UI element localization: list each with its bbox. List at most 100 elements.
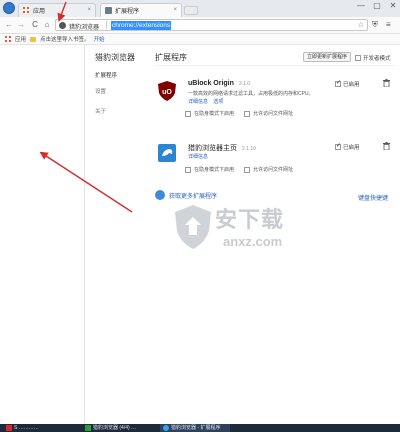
extension-options: 在隐身模式下启用 允许访问文件网址 [185, 166, 293, 173]
sidebar-item-settings[interactable]: 设置 [95, 87, 145, 95]
tab-extensions[interactable]: 扩展程序 × [100, 3, 182, 17]
file-access-option[interactable]: 允许访问文件网址 [244, 166, 293, 173]
forward-button[interactable]: → [16, 20, 26, 29]
extension-options: 在隐身模式下启用 允许访问文件网址 [185, 110, 293, 117]
more-extensions[interactable]: 获取更多扩展程序 [155, 190, 217, 200]
close-window-button[interactable]: ✕ [388, 1, 398, 10]
task-item-2[interactable]: 猎豹浏览器 (4/4) … [93, 425, 136, 431]
incognito-checkbox[interactable] [185, 110, 191, 117]
app-red-icon[interactable] [6, 425, 12, 431]
import-bookmarks-text: 点击这里导入书签。 [40, 37, 90, 43]
enabled-toggle[interactable]: 已启用 [335, 79, 360, 88]
new-tab-button[interactable] [184, 6, 198, 15]
incognito-label: 在隐身模式下启用 [194, 167, 235, 173]
file-access-checkbox[interactable] [244, 166, 251, 173]
folder-icon [30, 36, 37, 42]
tab-title: 应用 [33, 9, 46, 15]
extensions-main: 扩展程序 立即更新扩展程序 开发者模式 uO uBlock Origin 3.1.… [155, 52, 395, 199]
extension-item-ublock: uO uBlock Origin 3.1.0 一款高效的网络请求过滤工具，占用极低… [155, 78, 395, 136]
watermark: 安下载 anxz.com [175, 200, 290, 260]
details-link[interactable]: 详细信息 [188, 154, 208, 160]
extension-links: 详细信息 [188, 153, 212, 160]
enabled-label: 已启用 [343, 82, 360, 88]
minimize-button[interactable]: — [356, 1, 366, 10]
keyboard-shortcuts-link[interactable]: 键盘快捷键 [358, 193, 388, 202]
menu-icon[interactable]: ≡ [386, 20, 391, 29]
tab-strip: 应用 × 扩展程序 × — ▢ ✕ [0, 0, 400, 17]
page-title: 扩展程序 [155, 53, 187, 62]
developer-mode-toggle[interactable]: 开发者模式 [355, 54, 391, 62]
trash-icon[interactable] [383, 142, 390, 150]
file-access-checkbox[interactable] [244, 110, 251, 117]
browser-logo-icon[interactable] [3, 2, 15, 14]
extension-links: 详细信息 选项 [188, 98, 227, 105]
enabled-checkbox[interactable] [335, 79, 341, 87]
browser-task-icon[interactable] [163, 425, 169, 431]
app-green-icon[interactable] [85, 425, 91, 431]
sidebar-item-about[interactable]: 关于 [95, 107, 145, 115]
divider [106, 21, 107, 29]
watermark-cn: 安下载 [215, 207, 285, 232]
site-label: 猎豹浏览器 [69, 25, 100, 31]
enabled-checkbox[interactable] [335, 142, 341, 150]
task-item-1[interactable]: S ………… [14, 425, 39, 431]
puzzle-icon [105, 7, 112, 14]
task-item-3[interactable]: 猎豹浏览器 - 扩展程序 [171, 425, 220, 431]
globe-icon [155, 190, 165, 200]
bookmarks-bar: 应用 点击这里导入书签。 开始 [0, 34, 400, 45]
extension-name-text: 猎豹浏览器主页 [188, 145, 237, 152]
enabled-label: 已启用 [343, 145, 360, 151]
import-start-link[interactable]: 开始 [94, 35, 105, 43]
tab-title: 扩展程序 [115, 9, 140, 15]
bookmark-star-icon[interactable]: ☆ [358, 21, 364, 29]
taskbar: S ………… 猎豹浏览器 (4/4) … 猎豹浏览器 - 扩展程序 [0, 424, 400, 432]
options-link[interactable]: 选项 [213, 99, 223, 105]
tab-close-icon[interactable]: × [173, 7, 177, 13]
address-bar[interactable]: 猎豹浏览器 chrome://extensions ☆ [55, 19, 368, 31]
update-extensions-button[interactable]: 立即更新扩展程序 [303, 52, 352, 62]
trash-icon[interactable] [383, 79, 390, 87]
apps-grid-icon[interactable] [5, 36, 11, 42]
maximize-button[interactable]: ▢ [372, 1, 382, 10]
extension-version: 3.1.0 [238, 81, 251, 87]
extension-name-text: uBlock Origin [188, 80, 234, 87]
incognito-checkbox[interactable] [185, 166, 191, 173]
enabled-toggle[interactable]: 已启用 [335, 142, 360, 151]
back-button[interactable]: ← [4, 20, 14, 29]
details-link[interactable]: 详细信息 [188, 99, 208, 105]
browser-window: 应用 × 扩展程序 × — ▢ ✕ ← → C ⌂ 猎豹浏览器 chrome:/… [0, 0, 400, 432]
incognito-option[interactable]: 在隐身模式下启用 [185, 166, 234, 173]
reload-button[interactable]: C [30, 20, 40, 29]
file-access-label: 允许访问文件网址 [253, 167, 294, 173]
site-info-icon[interactable] [59, 22, 66, 29]
developer-mode-checkbox[interactable] [355, 55, 361, 61]
tab-apps[interactable]: 应用 × [18, 3, 96, 17]
blank-pane [0, 45, 85, 425]
watermark-shield-icon [175, 205, 211, 249]
url-text[interactable]: chrome://extensions [111, 21, 172, 30]
file-access-option[interactable]: 允许访问文件网址 [244, 110, 293, 117]
extension-name: uBlock Origin 3.1.0 [188, 80, 250, 87]
tab-close-icon[interactable]: × [87, 7, 91, 13]
incognito-label: 在隐身模式下启用 [194, 111, 235, 117]
extension-name: 猎豹浏览器主页 2.1.10 [188, 143, 256, 153]
apps-grid-icon [23, 7, 30, 14]
cheetah-icon [158, 144, 176, 162]
bookmark-apps[interactable]: 应用 [15, 35, 26, 43]
extension-description: 一款高效的网络请求过滤工具，占用极低的内存和CPU。 [188, 91, 314, 97]
toolbar: ← → C ⌂ 猎豹浏览器 chrome://extensions ☆ ⛨ ≡ [0, 17, 400, 34]
window-controls: — ▢ ✕ [356, 1, 398, 10]
extension-version: 2.1.10 [242, 146, 256, 152]
sidebar-title: 猎豹浏览器 [95, 53, 135, 62]
incognito-option[interactable]: 在隐身模式下启用 [185, 110, 234, 117]
home-button[interactable]: ⌂ [42, 20, 52, 29]
page-header: 扩展程序 立即更新扩展程序 开发者模式 [155, 52, 395, 66]
developer-mode-label: 开发者模式 [363, 56, 391, 62]
more-extensions-link[interactable]: 获取更多扩展程序 [169, 191, 217, 200]
extensions-sidebar: 猎豹浏览器 扩展程序 设置 关于 [95, 52, 145, 123]
shield-icon[interactable]: ⛨ [372, 20, 378, 30]
file-access-label: 允许访问文件网址 [253, 111, 294, 117]
sidebar-item-extensions[interactable]: 扩展程序 [95, 71, 145, 79]
watermark-en: anxz.com [223, 234, 283, 249]
svg-text:uO: uO [162, 89, 172, 96]
